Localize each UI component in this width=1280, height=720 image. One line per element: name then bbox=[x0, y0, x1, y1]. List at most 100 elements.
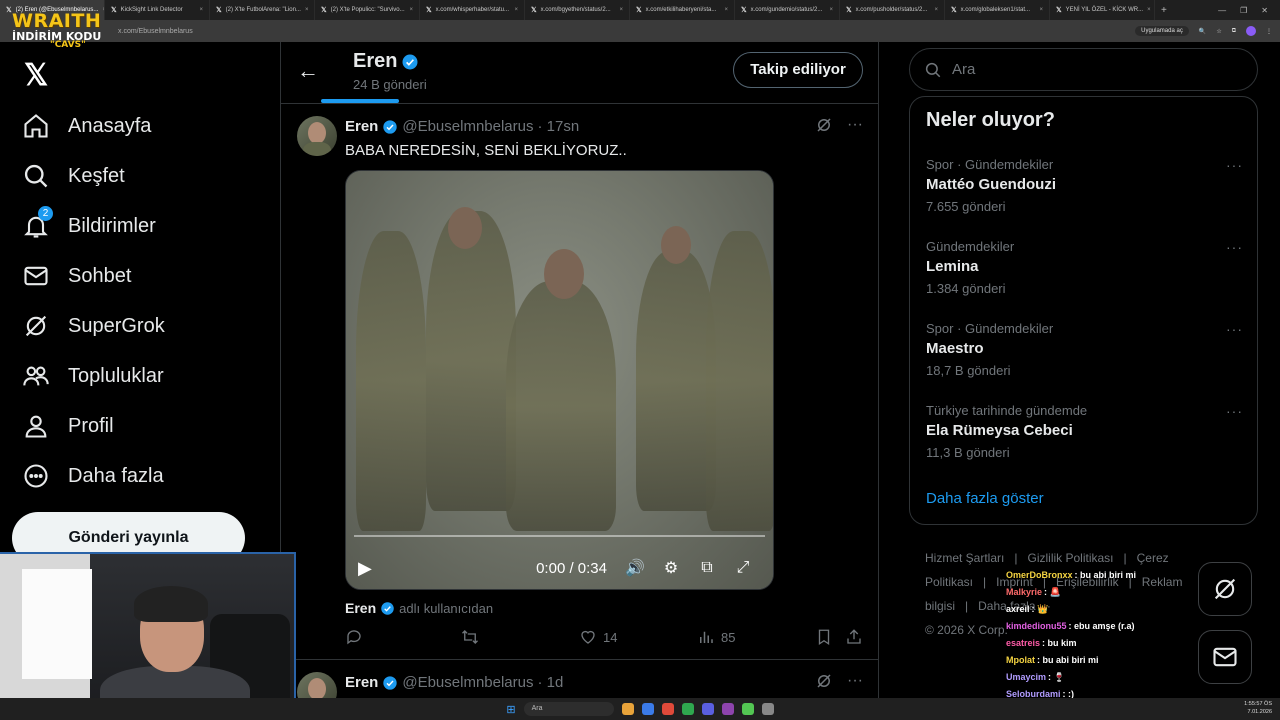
maximize-icon[interactable]: ❐ bbox=[1240, 6, 1247, 15]
tab-close-icon[interactable]: × bbox=[1039, 7, 1043, 13]
play-icon[interactable]: ▶ bbox=[358, 558, 372, 579]
app-icon[interactable] bbox=[681, 703, 694, 715]
zoom-icon[interactable]: 🔍 bbox=[1199, 28, 1206, 35]
more-options-icon[interactable]: ··· bbox=[1226, 239, 1243, 255]
video-player[interactable]: ▶ 0:00 / 0:34 🔊 ⚙ ⧉ ⤢ bbox=[345, 170, 774, 590]
browser-tab[interactable]: 𝕏x.com/bgyethen/status/2... × bbox=[525, 0, 630, 20]
more-options-icon[interactable]: ··· bbox=[1226, 403, 1243, 419]
browser-tab[interactable]: 𝕏 (2) X'te Populicc: "Survivo... × bbox=[315, 0, 420, 20]
more-options-icon[interactable]: ··· bbox=[847, 672, 863, 690]
grok-icon[interactable] bbox=[815, 672, 833, 690]
footer-link[interactable]: Gizlilik Politikası bbox=[1027, 551, 1113, 565]
settings-icon[interactable]: ⚙ bbox=[653, 558, 689, 578]
browser-tab[interactable]: 𝕏 YENİ YIL ÖZEL - KİCK WR... × bbox=[1050, 0, 1155, 20]
more-options-icon[interactable]: ··· bbox=[847, 116, 863, 134]
sidebar-item-supergrok[interactable]: SuperGrok bbox=[22, 312, 165, 340]
chat-username[interactable]: kimdedionu55 bbox=[1006, 621, 1067, 631]
avatar[interactable] bbox=[297, 116, 337, 156]
app-icon[interactable] bbox=[721, 703, 734, 715]
tab-close-icon[interactable]: × bbox=[724, 7, 728, 13]
chat-username[interactable]: OmerDoBronxx bbox=[1006, 570, 1073, 580]
minimize-icon[interactable]: — bbox=[1218, 6, 1226, 15]
windows-start-icon[interactable]: ⊞ bbox=[506, 703, 515, 716]
author-handle[interactable]: @Ebuselmnbelarus bbox=[402, 674, 533, 691]
author-name[interactable]: Eren bbox=[345, 674, 378, 691]
grok-float-button[interactable] bbox=[1198, 562, 1252, 616]
search-input[interactable]: Ara bbox=[909, 48, 1258, 91]
chat-username[interactable]: esatreis bbox=[1006, 638, 1040, 648]
browser-tab[interactable]: 𝕏x.com/whisperhaber/statu... × bbox=[420, 0, 525, 20]
app-icon[interactable] bbox=[741, 703, 754, 715]
more-options-icon[interactable]: ··· bbox=[1226, 157, 1243, 173]
tab-close-icon[interactable]: × bbox=[619, 7, 623, 13]
like-button[interactable]: 14 bbox=[579, 628, 697, 646]
browser-tab[interactable]: 𝕏 KickSight Link Detector × bbox=[105, 0, 210, 20]
reply-button[interactable] bbox=[345, 628, 461, 646]
app-icon[interactable] bbox=[641, 703, 654, 715]
url-field[interactable]: x.com/Ebuselmnbelarus bbox=[118, 28, 193, 35]
sidebar-item-explore[interactable]: Keşfet bbox=[22, 162, 125, 190]
trend-item[interactable]: Spor · Gündemdekiler Maestro 18,7 B gönd… bbox=[926, 321, 1243, 378]
app-icon[interactable] bbox=[761, 703, 774, 715]
chat-username[interactable]: axreil bbox=[1006, 604, 1030, 614]
x-logo-icon[interactable]: 𝕏 bbox=[24, 58, 48, 93]
back-arrow-icon[interactable]: ← bbox=[297, 58, 319, 84]
sidebar-item-notifications[interactable]: 2 Bildirimler bbox=[22, 206, 156, 240]
author-name[interactable]: Eren bbox=[345, 118, 378, 135]
app-icon[interactable] bbox=[661, 703, 674, 715]
trend-item[interactable]: Türkiye tarihinde gündemde Ela Rümeysa C… bbox=[926, 403, 1243, 460]
sidebar-item-more[interactable]: Daha fazla bbox=[22, 462, 164, 490]
browser-tab[interactable]: 𝕏x.com/gundemio/status/2... × bbox=[735, 0, 840, 20]
tab-close-icon[interactable]: × bbox=[305, 7, 309, 13]
chat-username[interactable]: Umaycim bbox=[1006, 672, 1046, 682]
messages-float-button[interactable] bbox=[1198, 630, 1252, 684]
sidebar-item-home[interactable]: Anasayfa bbox=[22, 112, 151, 140]
sidebar-item-profile[interactable]: Profil bbox=[22, 412, 114, 440]
browser-tab[interactable]: 𝕏x.com/pusholder/status/2... × bbox=[840, 0, 945, 20]
browser-tab[interactable]: 𝕏 (2) X'te FutbolArena: "Lion... × bbox=[210, 0, 315, 20]
tab-close-icon[interactable]: × bbox=[199, 7, 203, 13]
close-window-icon[interactable]: ✕ bbox=[1261, 6, 1268, 15]
tab-close-icon[interactable]: × bbox=[829, 7, 833, 13]
show-more-link[interactable]: Daha fazla göster bbox=[926, 490, 1044, 507]
tab-close-icon[interactable]: × bbox=[1147, 7, 1151, 13]
browser-tab[interactable]: 𝕏x.com/etkilihaberyeni/sta... × bbox=[630, 0, 735, 20]
video-progress-bar[interactable] bbox=[354, 535, 765, 537]
volume-icon[interactable]: 🔊 bbox=[617, 558, 653, 578]
following-button[interactable]: Takip ediliyor bbox=[733, 52, 863, 88]
profile-avatar[interactable] bbox=[1246, 26, 1256, 36]
extensions-icon[interactable]: ⧉ bbox=[1232, 28, 1236, 35]
star-icon[interactable]: ☆ bbox=[1216, 28, 1221, 35]
fullscreen-icon[interactable]: ⤢ bbox=[725, 559, 761, 577]
tweet[interactable]: Eren @Ebuselmnbelarus · 17sn ··· BABA NE… bbox=[281, 104, 879, 660]
author-handle[interactable]: @Ebuselmnbelarus bbox=[402, 118, 533, 135]
attribution-name[interactable]: Eren bbox=[345, 600, 376, 616]
tab-close-icon[interactable]: × bbox=[934, 7, 938, 13]
taskbar-clock[interactable]: 1:55:57 ÖS 7.01.2026 bbox=[1244, 700, 1272, 716]
trend-item[interactable]: Gündemdekiler Lemina 1.384 gönderi ··· bbox=[926, 239, 1243, 296]
chat-username[interactable]: Mpolat bbox=[1006, 655, 1035, 665]
app-icon[interactable] bbox=[701, 703, 714, 715]
grok-icon[interactable] bbox=[815, 116, 833, 134]
sidebar-item-chat[interactable]: Sohbet bbox=[22, 262, 131, 290]
menu-icon[interactable]: ⋮ bbox=[1266, 28, 1272, 35]
bookmark-button[interactable] bbox=[815, 628, 833, 646]
new-tab-button[interactable]: + bbox=[1155, 5, 1173, 16]
more-options-icon[interactable]: ··· bbox=[1226, 321, 1243, 337]
chat-username[interactable]: Malkyrie bbox=[1006, 587, 1042, 597]
footer-link[interactable]: Hizmet Şartları bbox=[925, 551, 1004, 565]
app-icon[interactable] bbox=[621, 703, 634, 715]
trend-item[interactable]: Spor · Gündemdekiler Mattéo Guendouzi 7.… bbox=[926, 157, 1243, 214]
pip-icon[interactable]: ⧉ bbox=[689, 559, 725, 577]
tweet-time[interactable]: · 17sn bbox=[538, 118, 580, 135]
sidebar-item-communities[interactable]: Topluluklar bbox=[22, 362, 164, 390]
tab-close-icon[interactable]: × bbox=[409, 7, 413, 13]
taskbar-search[interactable]: Ara bbox=[523, 702, 614, 716]
views-button[interactable]: 85 bbox=[697, 628, 815, 646]
open-in-app-chip[interactable]: Uygulamada aç bbox=[1135, 26, 1189, 36]
tab-close-icon[interactable]: × bbox=[514, 7, 518, 13]
tweet-time[interactable]: · 1d bbox=[538, 674, 564, 691]
share-button[interactable] bbox=[845, 628, 863, 646]
browser-tab[interactable]: 𝕏x.com/globaleksen1/stat... × bbox=[945, 0, 1050, 20]
retweet-button[interactable] bbox=[461, 628, 579, 646]
